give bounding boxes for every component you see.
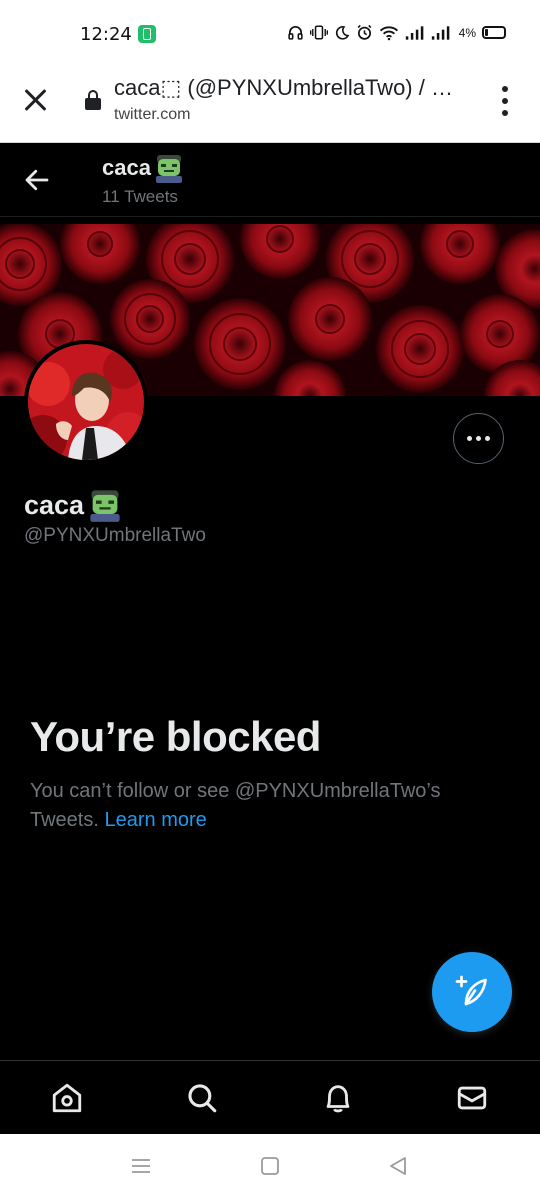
learn-more-link[interactable]: Learn more: [104, 809, 206, 831]
zombie-emoji-icon: [155, 155, 182, 183]
close-icon[interactable]: [22, 86, 50, 114]
home-square-icon[interactable]: [260, 1156, 280, 1176]
dot-icon: [467, 436, 472, 441]
signal-icon: [405, 25, 423, 40]
blocked-title: You’re blocked: [30, 713, 321, 760]
header-name-text: caca: [102, 155, 151, 180]
system-navigation-bar: [0, 1134, 540, 1200]
profile-name: caca: [24, 488, 123, 522]
profile-avatar[interactable]: [24, 340, 148, 464]
page-url[interactable]: twitter.com: [114, 106, 190, 124]
page-title[interactable]: caca⬚ (@PYNXUmbrellaTwo) / …: [114, 75, 464, 101]
moon-icon: [335, 25, 349, 40]
status-time: 12:24: [80, 24, 132, 45]
status-bar: 12:24 4%: [0, 0, 540, 66]
home-icon[interactable]: [50, 1081, 84, 1115]
profile-header: caca 11 Tweets: [0, 143, 540, 217]
lock-icon[interactable]: [84, 90, 102, 110]
dot-icon: [485, 436, 490, 441]
messages-icon[interactable]: [455, 1081, 489, 1115]
blocked-message: You can’t follow or see @PYNXUmbrellaTwo…: [30, 777, 500, 835]
alarm-icon: [357, 24, 372, 40]
tweet-count: 11 Tweets: [102, 187, 178, 206]
compose-quill-icon: [455, 975, 487, 1006]
battery-icon: [482, 26, 506, 39]
zombie-emoji-icon: [90, 490, 120, 522]
more-options-button[interactable]: [453, 413, 504, 464]
status-icons: 4%: [287, 24, 506, 41]
app-notification-icon: [138, 25, 156, 43]
compose-tweet-button[interactable]: [432, 952, 512, 1032]
dot-icon: [476, 436, 481, 441]
header-name: caca: [102, 153, 185, 183]
battery-percent: 4%: [458, 25, 476, 40]
profile-handle: @PYNXUmbrellaTwo: [24, 525, 206, 546]
wifi-icon: [379, 25, 398, 40]
blocked-message-text: You can’t follow or see @PYNXUmbrellaTwo…: [30, 780, 441, 831]
vibrate-icon: [309, 25, 328, 40]
notifications-icon[interactable]: [321, 1081, 355, 1115]
browser-toolbar: caca⬚ (@PYNXUmbrellaTwo) / … twitter.com: [0, 66, 540, 143]
signal-icon: [431, 25, 449, 40]
headphones-icon: [288, 26, 303, 40]
profile-name-text: caca: [24, 489, 85, 520]
back-triangle-icon[interactable]: [388, 1156, 408, 1176]
browser-menu-icon[interactable]: [498, 86, 512, 116]
back-arrow-icon[interactable]: [22, 165, 52, 195]
bottom-navigation: [0, 1060, 540, 1134]
menu-icon[interactable]: [131, 1156, 151, 1176]
search-icon[interactable]: [185, 1081, 219, 1115]
